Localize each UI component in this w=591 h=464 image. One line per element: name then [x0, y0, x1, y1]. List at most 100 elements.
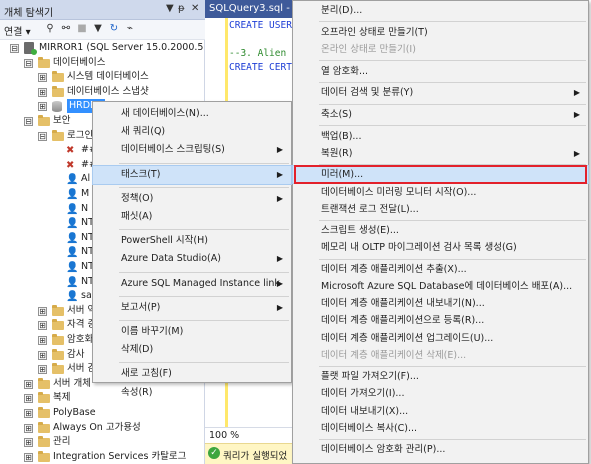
- tree-node-label: Al: [81, 173, 91, 185]
- tasks-menu-분리[interactable]: 분리(D)...: [293, 2, 588, 19]
- tree-node-label: 감사: [67, 348, 85, 360]
- ctx-menu-보고서[interactable]: 보고서(P) ▶: [93, 299, 291, 317]
- menu-item-label: 새로 고침(F): [121, 368, 172, 380]
- ctx-menu-새-쿼리[interactable]: 새 쿼리(Q): [93, 123, 291, 141]
- login-icon: 👤: [66, 203, 79, 215]
- ctx-menu-새로-고침[interactable]: 새로 고침(F): [93, 365, 291, 383]
- menu-item-label: 복원(R): [321, 147, 353, 159]
- collapse-icon[interactable]: ⊟: [10, 44, 19, 53]
- tasks-menu-백업[interactable]: 백업(B)...: [293, 128, 588, 145]
- window-position-icon[interactable]: ▼: [166, 3, 174, 14]
- object-explorer-title: 개체 탐색기: [4, 8, 54, 19]
- menu-separator: [319, 220, 586, 221]
- tree-node[interactable]: ⊟ 데이터베이스: [0, 56, 205, 70]
- expand-icon[interactable]: ⊞: [38, 87, 47, 97]
- menu-item-label: 속성(R): [121, 386, 153, 398]
- expand-icon[interactable]: ⊞: [24, 438, 33, 448]
- tasks-menu-데이터-계층-애플리케이션-내보내기[interactable]: 데이터 계층 애플리케이션 내보내기(N)...: [293, 295, 588, 312]
- ctx-menu-속성[interactable]: 속성(R): [93, 384, 291, 402]
- tasks-menu-열-암호화[interactable]: 열 암호화...: [293, 63, 588, 80]
- stop-icon[interactable]: ■: [76, 23, 88, 35]
- tasks-menu-데이터베이스-복사[interactable]: 데이터베이스 복사(C)...: [293, 420, 588, 437]
- editor-tab[interactable]: SQLQuery3.sql - MI...: [205, 0, 298, 18]
- tree-node[interactable]: ⊞ PolyBase: [0, 406, 205, 420]
- expand-icon[interactable]: ⊞: [38, 306, 47, 316]
- refresh-icon[interactable]: ↻: [108, 23, 120, 35]
- tasks-menu-복원[interactable]: 복원(R) ▶: [293, 145, 588, 162]
- expand-icon[interactable]: ⊞: [24, 452, 33, 462]
- menu-separator: [119, 295, 289, 297]
- expand-icon[interactable]: ⊞: [24, 409, 33, 418]
- ctx-menu-azure-sql-managed-instance-link[interactable]: Azure SQL Managed Instance link ▶: [93, 275, 291, 293]
- connect-button[interactable]: 연결 ▾: [4, 23, 31, 38]
- menu-item-label: 축소(S): [321, 108, 352, 120]
- collapse-icon[interactable]: ⊟: [24, 117, 33, 126]
- ctx-menu-데이터베이스-스크립팅[interactable]: 데이터베이스 스크립팅(S) ▶: [93, 141, 291, 159]
- folder-icon: [38, 450, 50, 462]
- tasks-menu-데이터-계층-애플리케이션-추출[interactable]: 데이터 계층 애플리케이션 추출(X)...: [293, 261, 588, 278]
- connect-object-icon[interactable]: ⚲: [44, 23, 56, 35]
- tasks-menu-스크립트-생성[interactable]: 스크립트 생성(E)...: [293, 222, 588, 239]
- menu-separator: [119, 271, 289, 273]
- expand-icon[interactable]: ⊞: [38, 73, 47, 83]
- menu-separator: [319, 60, 586, 62]
- menu-separator: [319, 103, 586, 105]
- ctx-menu-삭제[interactable]: 삭제(D): [93, 341, 291, 359]
- collapse-icon[interactable]: ⊟: [24, 58, 33, 68]
- login-icon: 👤: [66, 247, 79, 259]
- pin-icon[interactable]: ᵽ: [178, 3, 185, 14]
- tree-node[interactable]: ⊞ 시스템 데이터베이스: [0, 70, 205, 84]
- database-context-menu: 새 데이터베이스(N)... 새 쿼리(Q) 데이터베이스 스크립팅(S) ▶ 태스크(…: [92, 101, 292, 398]
- tree-node[interactable]: ⊟ MIRROR1 (SQL Server 15.0.2000.5: [0, 41, 205, 55]
- expand-icon[interactable]: ⊞: [38, 336, 47, 345]
- tasks-menu-트랜잭션-로그-전달[interactable]: 트랜잭션 로그 전달(L)...: [293, 201, 588, 218]
- tree-node[interactable]: ⊞ Integration Services 카탈로그: [0, 450, 205, 464]
- ctx-menu-패싯[interactable]: 패싯(A): [93, 208, 291, 226]
- ctx-menu-태스크[interactable]: 태스크(T) ▶: [92, 164, 292, 185]
- ctx-menu-azure-data-studio[interactable]: Azure Data Studio(A) ▶: [93, 250, 291, 268]
- tree-node-label: N: [81, 202, 89, 214]
- menu-item-label: 데이터 계층 애플리케이션 추출(X)...: [321, 264, 467, 276]
- tree-node-label: MIRROR1 (SQL Server 15.0.2000.5: [39, 42, 204, 53]
- ctx-menu-새-데이터베이스[interactable]: 새 데이터베이스(N)...: [93, 105, 291, 123]
- filter-icon[interactable]: ▼: [92, 23, 104, 35]
- tasks-menu-데이터-내보내기[interactable]: 데이터 내보내기(X)...: [293, 403, 588, 420]
- expand-icon[interactable]: ⊞: [38, 365, 47, 375]
- submenu-arrow-icon: ▶: [276, 145, 283, 155]
- tasks-menu-데이터-계층-애플리케이션-업그레이드[interactable]: 데이터 계층 애플리케이션 업그레이드(U)...: [293, 330, 588, 347]
- tree-node[interactable]: ⊞ Always On 고가용성: [0, 421, 205, 435]
- tasks-menu-데이터-가져오기[interactable]: 데이터 가져오기(I)...: [293, 385, 588, 402]
- expand-icon[interactable]: ⊞: [38, 350, 47, 360]
- tasks-menu-데이터베이스-암호화-관리[interactable]: 데이터베이스 암호화 관리(P)...: [293, 441, 588, 458]
- expand-icon[interactable]: ⊞: [24, 379, 33, 389]
- code-line: CREATE CERT: [229, 62, 292, 73]
- ctx-menu-powershell-시작[interactable]: PowerShell 시작(H): [93, 232, 291, 250]
- disconnect-icon[interactable]: ⚯: [60, 23, 72, 35]
- tasks-menu-데이터-계층-애플리케이션으로-등록[interactable]: 데이터 계층 애플리케이션으로 등록(R)...: [293, 312, 588, 329]
- close-icon[interactable]: ✕: [191, 3, 199, 14]
- expand-icon[interactable]: ⊞: [24, 394, 33, 404]
- activity-monitor-icon[interactable]: ⌁: [124, 23, 136, 35]
- menu-item-label: 패싯(A): [121, 211, 153, 222]
- zoom-select[interactable]: 100 %: [209, 430, 239, 441]
- folder-icon: [38, 407, 50, 418]
- tasks-menu-축소[interactable]: 축소(S) ▶: [293, 106, 588, 123]
- expand-icon[interactable]: ⊞: [24, 423, 33, 433]
- tasks-menu-데이터베이스-미러링-모니터-시작[interactable]: 데이터베이스 미러링 모니터 시작(O)...: [293, 184, 588, 201]
- expand-icon[interactable]: ⊞: [38, 102, 47, 112]
- tree-node-label: 로그인: [67, 129, 94, 141]
- ctx-menu-이름-바꾸기[interactable]: 이름 바꾸기(M): [93, 323, 291, 341]
- tasks-menu-메모리-내-oltp-마이그레이션-검사-목록-생성[interactable]: 메모리 내 OLTP 마이그레이션 검사 목록 생성(G): [293, 239, 588, 256]
- expand-icon[interactable]: ⊞: [38, 321, 47, 331]
- tasks-menu-microsoft-azure-sql-database에-데이터베이스-배포[interactable]: Microsoft Azure SQL Database에 데이터베이스 배포(…: [293, 278, 588, 295]
- tasks-menu-오프라인-상태로-만들기[interactable]: 오프라인 상태로 만들기(T): [293, 24, 588, 41]
- code-line: CREATE USER: [229, 20, 292, 31]
- tasks-menu-데이터-검색-및-분류[interactable]: 데이터 검색 및 분류(Y) ▶: [293, 84, 588, 101]
- tasks-menu-플랫-파일-가져오기[interactable]: 플랫 파일 가져오기(F)...: [293, 368, 588, 385]
- tree-node-label: 암호화: [67, 334, 94, 345]
- tree-node[interactable]: ⊞ 관리: [0, 435, 205, 449]
- ctx-menu-정책[interactable]: 정책(O) ▶: [93, 190, 291, 208]
- collapse-icon[interactable]: ⊟: [38, 131, 47, 141]
- tree-node[interactable]: ⊞ 데이터베이스 스냅샷: [0, 85, 205, 99]
- login-disabled-icon: ✖: [66, 159, 75, 171]
